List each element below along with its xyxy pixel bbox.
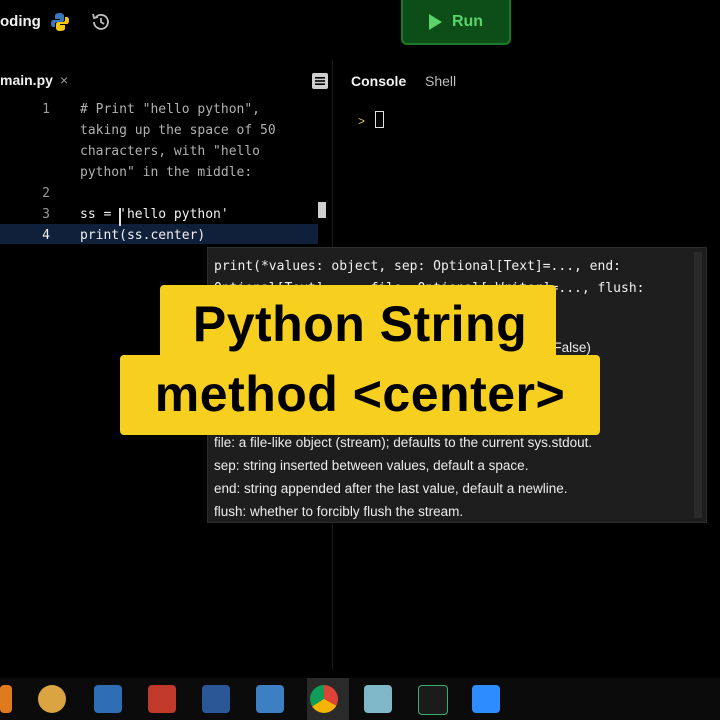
banner-subtitle: method <center> <box>154 366 566 422</box>
line-number: 2 <box>42 186 50 201</box>
tab-console[interactable]: Console <box>351 73 406 89</box>
image-viewer-icon[interactable] <box>256 685 284 713</box>
top-bar: oding Run <box>0 0 720 52</box>
run-button[interactable]: Run <box>401 0 511 45</box>
zoom-icon[interactable] <box>472 685 500 713</box>
param-doc: sep: string inserted between values, def… <box>214 458 529 473</box>
title-banner: Python String method <center> <box>120 285 600 435</box>
run-label: Run <box>451 12 484 30</box>
param-docs: file: a file-like object (stream); defau… <box>214 431 694 522</box>
console-prompt: > <box>358 114 366 128</box>
param-doc: end: string appended after the last valu… <box>214 481 568 496</box>
param-doc: flush: whether to forcibly flush the str… <box>214 504 464 519</box>
tab-main-py[interactable]: main.py <box>0 72 53 88</box>
paint-icon[interactable] <box>38 685 66 713</box>
code-line: python" in the middle: <box>80 165 253 180</box>
python-logo-icon[interactable] <box>50 12 70 32</box>
chrome-icon[interactable] <box>310 685 338 713</box>
tooltip-scrollbar[interactable] <box>694 252 702 518</box>
editor-scrollbar[interactable] <box>318 202 326 218</box>
code-line: ss = 'hello python' <box>80 207 229 222</box>
code-line: characters, with "hello <box>80 144 261 159</box>
code-line: taking up the space of 50 <box>80 123 276 138</box>
line-number: 4 <box>42 228 50 243</box>
signature-line: print(*values: object, sep: Optional[Tex… <box>214 259 621 274</box>
play-icon <box>428 13 442 30</box>
calculator-icon[interactable] <box>94 685 122 713</box>
editor-tab-bar: main.py × <box>0 60 320 102</box>
tab-shell[interactable]: Shell <box>425 73 456 89</box>
text-cursor <box>119 208 121 226</box>
code-line: print(ss.center) <box>80 228 206 243</box>
code-app-icon[interactable] <box>418 685 448 715</box>
chart-app-icon[interactable] <box>148 685 176 713</box>
notes-app-icon[interactable] <box>364 685 392 713</box>
taskbar-app-icon[interactable] <box>0 685 12 713</box>
line-number: 1 <box>42 102 50 117</box>
editor-menu-icon[interactable] <box>312 73 328 89</box>
history-icon[interactable] <box>90 11 112 33</box>
close-tab-icon[interactable]: × <box>60 72 68 88</box>
code-line: # Print "hello python", <box>80 102 261 117</box>
word-icon[interactable] <box>202 685 230 713</box>
banner-title: Python String <box>192 296 528 352</box>
console-input[interactable] <box>375 111 384 128</box>
app-name: oding <box>0 13 41 30</box>
line-number: 3 <box>42 207 50 222</box>
